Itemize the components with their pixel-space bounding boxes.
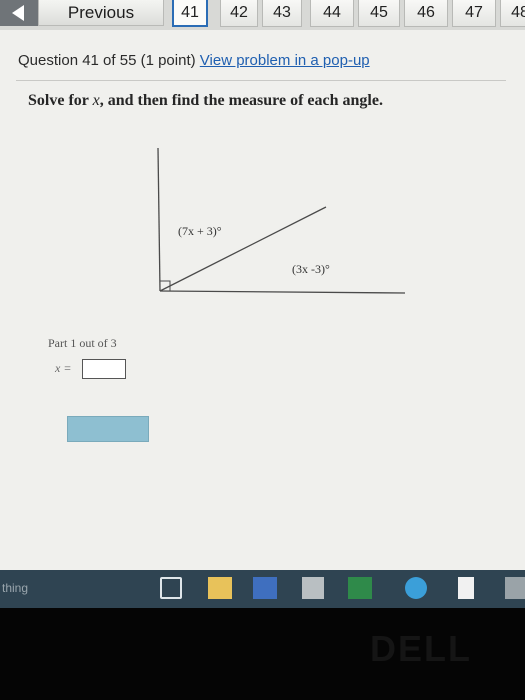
angle-figure: (7x + 3)° (3x -3)° [157, 147, 406, 294]
back-arrow-icon[interactable] [0, 0, 38, 26]
dell-logo: DELL [370, 628, 472, 669]
x-answer-input[interactable] [82, 359, 126, 379]
angle-top-label: (7x + 3)° [178, 224, 222, 238]
laptop-bezel: DELL [0, 608, 525, 700]
vertical-ray [157, 147, 161, 292]
tab-question-45[interactable]: 45 [358, 0, 400, 27]
task-view-icon[interactable] [160, 577, 182, 599]
angle-bottom-label: (3x -3)° [292, 262, 330, 276]
tab-question-44[interactable]: 44 [310, 0, 354, 27]
question-navigation-bar: Previous 41 42 43 44 45 46 47 48 [0, 0, 525, 30]
part-label: Part 1 out of 3 [48, 336, 117, 350]
tab-question-42[interactable]: 42 [220, 0, 258, 27]
windows-taskbar: thing [0, 570, 525, 608]
tab-question-47[interactable]: 47 [452, 0, 496, 27]
dividing-ray [159, 206, 327, 292]
previous-button[interactable]: Previous [38, 0, 164, 26]
excel-icon[interactable] [348, 577, 372, 599]
horizontal-ray [159, 290, 406, 294]
tab-question-46[interactable]: 46 [404, 0, 448, 27]
file-explorer-icon[interactable] [208, 577, 232, 599]
x-variable-label: x = [55, 361, 72, 375]
calculator-icon[interactable] [302, 577, 324, 599]
app-icon[interactable] [505, 577, 525, 599]
taskbar-search-text[interactable]: thing [2, 581, 28, 595]
skype-icon[interactable] [405, 577, 427, 599]
word-icon[interactable] [253, 577, 277, 599]
check-answer-button[interactable] [67, 416, 149, 442]
document-icon[interactable] [458, 577, 474, 599]
tab-question-41[interactable]: 41 [172, 0, 208, 27]
tab-question-48[interactable]: 48 [500, 0, 525, 27]
tab-question-43[interactable]: 43 [262, 0, 302, 27]
question-panel: Question 41 of 55 (1 point) View problem… [0, 30, 525, 570]
